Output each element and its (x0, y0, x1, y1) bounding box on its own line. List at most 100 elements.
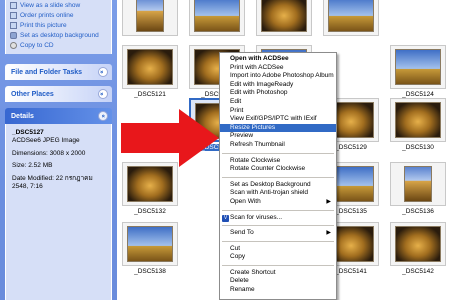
thumbnail-caption[interactable]: _DSC5136 (388, 208, 448, 215)
thumbnail-caption[interactable]: _DSC5124 (388, 91, 448, 98)
thumbnail[interactable] (256, 0, 312, 36)
menu-item[interactable]: Create Shortcut (220, 269, 336, 278)
menu-item-label: Rename (230, 286, 255, 294)
thumbnail-caption[interactable]: _DSC5121 (120, 91, 180, 98)
menu-item[interactable]: Edit (220, 98, 336, 107)
menu-separator (222, 240, 334, 242)
photo-preview (136, 0, 164, 32)
thumbnail[interactable] (189, 0, 245, 36)
photo-preview (395, 49, 441, 85)
menu-item[interactable]: Cut (220, 245, 336, 254)
photo-preview (127, 166, 173, 202)
details-dimensions: Dimensions: 3008 x 2000 (12, 149, 86, 157)
picture-task-label: Order prints online (20, 11, 74, 19)
details-header[interactable]: Details « (5, 108, 112, 124)
printer-icon (10, 21, 17, 29)
menu-item[interactable]: Import into Adobe Photoshop Album (220, 72, 336, 81)
photo-preview (395, 102, 441, 138)
thumbnail-caption[interactable]: _DSC5138 (120, 268, 180, 275)
thumbnail-caption[interactable]: _DSC5142 (388, 268, 448, 275)
menu-item[interactable]: Preview (220, 132, 336, 141)
picture-task-link[interactable]: Copy to CD (10, 40, 111, 50)
picture-task-label: Print this picture (20, 21, 67, 29)
thumbnail[interactable] (323, 0, 379, 36)
menu-item[interactable]: Print with ACDSee (220, 64, 336, 73)
menu-item-label: Edit with ImageReady (230, 80, 294, 88)
menu-item[interactable]: V Scan for viruses... (220, 214, 336, 223)
submenu-arrow-icon: ▶ (326, 230, 331, 237)
menu-item[interactable]: Send To ▶ (220, 229, 336, 238)
picture-task-link[interactable]: Order prints online (10, 10, 111, 20)
menu-item-label: Print (230, 106, 244, 114)
other-places-label: Other Places (11, 90, 54, 98)
picture-task-link[interactable]: View as a slide show (10, 0, 111, 10)
picture-task-link[interactable]: Set as desktop background (10, 30, 111, 40)
menu-item-label: Open with ACDSee (230, 55, 289, 62)
menu-item-label: Send To (230, 229, 254, 237)
menu-item-label: Edit (230, 97, 242, 105)
menu-item-label: Set as Desktop Background (230, 180, 311, 188)
context-menu: Open with ACDSee Print with ACDSee Import … (219, 52, 337, 300)
details-date-modified: Date Modified: 22 กรกฎาคม 2548, 7:16 (12, 174, 93, 191)
menu-item-label: Rotate Clockwise (230, 156, 281, 164)
thumbnail[interactable] (390, 162, 446, 206)
menu-item-label: Scan for viruses... (230, 213, 283, 221)
picture-task-label: Copy to CD (20, 41, 54, 49)
menu-item[interactable]: Open With ▶ (220, 198, 336, 207)
menu-separator (222, 209, 334, 211)
thumbnail[interactable] (122, 0, 178, 36)
menu-item[interactable]: View Exif/GPS/IPTC with IExif (220, 115, 336, 124)
submenu-arrow-icon: ▶ (326, 198, 331, 205)
expand-chevron-icon[interactable]: « (98, 89, 108, 99)
menu-item-label: View Exif/GPS/IPTC with IExif (230, 115, 317, 123)
desktop-icon (10, 31, 17, 39)
menu-item[interactable]: Open with ACDSee (220, 55, 336, 64)
picture-task-label: View as a slide show (20, 1, 81, 9)
menu-item[interactable]: Rename (220, 286, 336, 295)
menu-item-label: Open With (230, 197, 261, 205)
menu-item-label: Delete (230, 277, 249, 285)
picture-tasks-panel: View as a slide show Order prints online P… (5, 0, 112, 54)
thumbnail[interactable] (122, 222, 178, 266)
menu-item-label: Resize Pictures (230, 123, 276, 131)
slideshow-icon (10, 1, 17, 9)
menu-item[interactable]: Copy (220, 253, 336, 262)
thumbnail[interactable] (122, 162, 178, 206)
file-and-folder-tasks-header[interactable]: File and Folder Tasks « (5, 64, 112, 80)
thumbnail[interactable] (390, 222, 446, 266)
thumbnail[interactable] (122, 45, 178, 89)
menu-item[interactable]: Edit with Photoshop (220, 89, 336, 98)
thumbnail[interactable] (390, 98, 446, 142)
menu-item[interactable]: Edit with ImageReady (220, 81, 336, 90)
prints-icon (10, 11, 17, 19)
photo-preview (127, 49, 173, 85)
red-arrow-icon (121, 109, 219, 167)
expand-chevron-icon[interactable]: « (98, 67, 108, 77)
other-places-header[interactable]: Other Places « (5, 86, 112, 102)
menu-item[interactable]: Print (220, 107, 336, 116)
menu-item-label: Copy (230, 253, 246, 261)
menu-item[interactable]: Refresh Thumbnail (220, 141, 336, 150)
menu-item-label: Import into Adobe Photoshop Album (230, 72, 334, 80)
details-label: Details (11, 112, 34, 120)
file-and-folder-tasks-label: File and Folder Tasks (11, 68, 83, 76)
photo-preview (127, 226, 173, 262)
menu-item[interactable]: Rotate Clockwise (220, 157, 336, 166)
task-pane: View as a slide show Order prints online P… (0, 0, 117, 300)
thumbnail[interactable] (390, 45, 446, 89)
menu-item[interactable]: Rotate Counter Clockwise (220, 165, 336, 174)
menu-item[interactable]: Scan with Anti-trojan shield (220, 189, 336, 198)
thumbnail-caption[interactable]: _DSC5130 (388, 144, 448, 151)
thumbnail-caption[interactable]: _DSC5132 (120, 208, 180, 215)
photo-preview (261, 0, 307, 32)
menu-item-label: Rotate Counter Clockwise (230, 165, 306, 173)
menu-item[interactable]: Resize Pictures (220, 123, 336, 133)
shield-icon: V (222, 214, 229, 222)
menu-item-label: Refresh Thumbnail (230, 140, 285, 148)
menu-item[interactable]: Set as Desktop Background (220, 181, 336, 190)
menu-item[interactable]: Delete (220, 277, 336, 286)
menu-item-label: Scan with Anti-trojan shield (230, 189, 309, 197)
details-size: Size: 2.52 MB (12, 162, 53, 170)
picture-task-link[interactable]: Print this picture (10, 20, 111, 30)
collapse-chevron-icon[interactable]: « (98, 111, 108, 121)
